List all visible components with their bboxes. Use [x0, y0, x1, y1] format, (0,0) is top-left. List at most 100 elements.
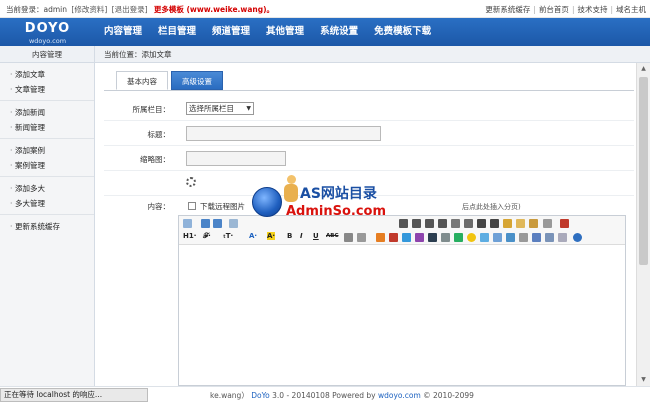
sidebar-group-news: 添加新闻 新闻管理 — [0, 101, 94, 139]
select-all-icon[interactable] — [543, 219, 552, 228]
anchor-icon[interactable] — [519, 233, 528, 242]
map-icon[interactable] — [415, 233, 424, 242]
logout-link[interactable]: [退出登录] — [112, 5, 148, 14]
title-input[interactable] — [186, 126, 381, 141]
column-row: 所属栏目： 选择所属栏目 ▼ — [104, 96, 634, 121]
title-label: 标题： — [147, 130, 171, 139]
sidebar-title: 内容管理 — [0, 46, 95, 63]
frontend-home-link[interactable]: 前台首页 — [539, 5, 569, 14]
source-icon[interactable] — [183, 219, 192, 228]
nav-settings[interactable]: 系统设置 — [312, 18, 366, 46]
sidebar-item-manage-duoda[interactable]: 多大管理 — [0, 196, 94, 211]
download-remote-checkbox[interactable] — [188, 202, 196, 210]
template-icon[interactable] — [506, 233, 515, 242]
table-icon[interactable] — [441, 233, 450, 242]
heading-button[interactable]: H1· — [183, 232, 196, 240]
help-icon[interactable] — [573, 233, 582, 242]
nav-channels[interactable]: 频道管理 — [204, 18, 258, 46]
sidebar-item-add-news[interactable]: 添加新闻 — [0, 105, 94, 120]
nav-columns[interactable]: 栏目管理 — [150, 18, 204, 46]
unlink-icon[interactable] — [545, 233, 554, 242]
superscript-icon[interactable] — [490, 219, 499, 228]
sidebar-group-articles: 添加文章 文章管理 — [0, 63, 94, 101]
footer-site-link[interactable]: wdoyo.com — [378, 391, 421, 400]
scroll-up-icon[interactable]: ▲ — [637, 63, 650, 75]
sidebar-item-manage-cases[interactable]: 案例管理 — [0, 158, 94, 173]
indent-icon[interactable] — [451, 219, 460, 228]
logo[interactable]: DOYO wdoyo.com — [0, 18, 95, 46]
fullscreen-icon[interactable] — [560, 219, 569, 228]
watermark-logo: AS网站目录 AdminSo.com — [252, 175, 412, 235]
column-label: 所属栏目： — [132, 105, 171, 114]
tab-advanced[interactable]: 高级设置 — [171, 71, 223, 90]
sidebar-group-duoda: 添加多大 多大管理 — [0, 177, 94, 215]
outdent-icon[interactable] — [464, 219, 473, 228]
sidebar-item-manage-articles[interactable]: 文章管理 — [0, 82, 94, 97]
top-right-links: 更新系统缓存 | 前台首页 | 技术支持 | 域名主机 — [485, 5, 646, 14]
font-size-button[interactable]: ₜT· — [223, 232, 233, 240]
sidebar-group-cache: 更新系统缓存 — [0, 215, 94, 237]
format-painter-icon[interactable] — [503, 219, 512, 228]
nav-templates[interactable]: 免费模板下载 — [366, 18, 439, 46]
domain-host-link[interactable]: 域名主机 — [616, 5, 646, 14]
footer-product[interactable]: DoYo — [251, 391, 270, 400]
main-nav: DOYO wdoyo.com 内容管理 栏目管理 频道管理 其他管理 系统设置 … — [0, 18, 650, 46]
watermark-line-2: AdminSo.com — [286, 204, 387, 219]
thumb-label: 缩略图： — [140, 155, 170, 164]
insert-icon[interactable] — [454, 233, 463, 242]
column-select[interactable]: 选择所属栏目 ▼ — [186, 102, 254, 115]
align-left-icon[interactable] — [412, 219, 421, 228]
update-cache-link[interactable]: 更新系统缓存 — [485, 5, 530, 14]
scroll-thumb[interactable] — [639, 77, 648, 265]
login-info: 当前登录：admin [修改资料] [退出登录] 更多模板 (www.weike… — [6, 4, 274, 15]
undo-icon[interactable] — [201, 219, 210, 228]
breadcrumb: 当前位置：添加文章 — [104, 50, 172, 59]
vertical-scrollbar[interactable]: ▲ ▼ — [636, 63, 650, 386]
login-text: 当前登录：admin — [6, 5, 67, 14]
link-icon[interactable] — [532, 233, 541, 242]
logo-subtitle: wdoyo.com — [28, 37, 67, 45]
sidebar-item-add-article[interactable]: 添加文章 — [0, 67, 94, 82]
paste-icon[interactable] — [516, 219, 525, 228]
sidebar: 添加文章 文章管理 添加新闻 新闻管理 添加案例 案例管理 添加多大 多大管理 … — [0, 63, 95, 386]
sidebar-item-update-cache[interactable]: 更新系统缓存 — [0, 219, 94, 234]
footer-prefix: ke.wang） — [210, 391, 249, 400]
tech-support-link[interactable]: 技术支持 — [577, 5, 607, 14]
download-remote-label: 下载远程图片 — [200, 202, 245, 211]
scroll-down-icon[interactable]: ▼ — [637, 374, 650, 386]
clear-format-icon[interactable] — [529, 219, 538, 228]
content-label: 内容： — [147, 202, 171, 211]
footer-years: © 2010-2099 — [420, 391, 474, 400]
sidebar-item-manage-news[interactable]: 新闻管理 — [0, 120, 94, 135]
chevron-down-icon: ▼ — [246, 105, 251, 112]
sidebar-item-add-case[interactable]: 添加案例 — [0, 143, 94, 158]
sub-header: 内容管理 当前位置：添加文章 — [0, 46, 650, 63]
font-family-button[interactable]: 𝓕· — [203, 232, 211, 241]
thumb-input[interactable] — [186, 151, 286, 166]
settings-icon[interactable] — [558, 233, 567, 242]
redo-icon[interactable] — [213, 219, 222, 228]
page-break-icon[interactable] — [480, 233, 489, 242]
code-icon[interactable] — [493, 233, 502, 242]
pagination-hint: 后点此处插入分页) — [462, 203, 521, 211]
subscript-icon[interactable] — [477, 219, 486, 228]
top-bar: 当前登录：admin [修改资料] [退出登录] 更多模板 (www.weike… — [0, 0, 650, 18]
promo-link[interactable]: 更多模板 (www.weike.wang)。 — [154, 5, 274, 14]
sidebar-group-cases: 添加案例 案例管理 — [0, 139, 94, 177]
sidebar-item-add-duoda[interactable]: 添加多大 — [0, 181, 94, 196]
edit-profile-link[interactable]: [修改资料] — [71, 5, 107, 14]
globe-icon — [252, 187, 282, 217]
find-icon[interactable] — [229, 219, 238, 228]
title-row: 标题： — [104, 121, 634, 146]
rich-text-editor[interactable]: H1· 𝓕· ₜT· A· A· B I U ABC — [178, 215, 626, 386]
tab-basic[interactable]: 基本内容 — [116, 71, 168, 90]
emoticon-icon[interactable] — [467, 233, 476, 242]
copyright: ke.wang） DoYo 3.0 - 20140108 Powered by … — [210, 390, 474, 401]
nav-content[interactable]: 内容管理 — [96, 18, 150, 46]
form-tabs: 基本内容 高级设置 — [116, 71, 226, 90]
thumb-row: 缩略图： — [104, 146, 634, 171]
align-center-icon[interactable] — [425, 219, 434, 228]
align-right-icon[interactable] — [438, 219, 447, 228]
nav-other[interactable]: 其他管理 — [258, 18, 312, 46]
attachment-icon[interactable] — [428, 233, 437, 242]
